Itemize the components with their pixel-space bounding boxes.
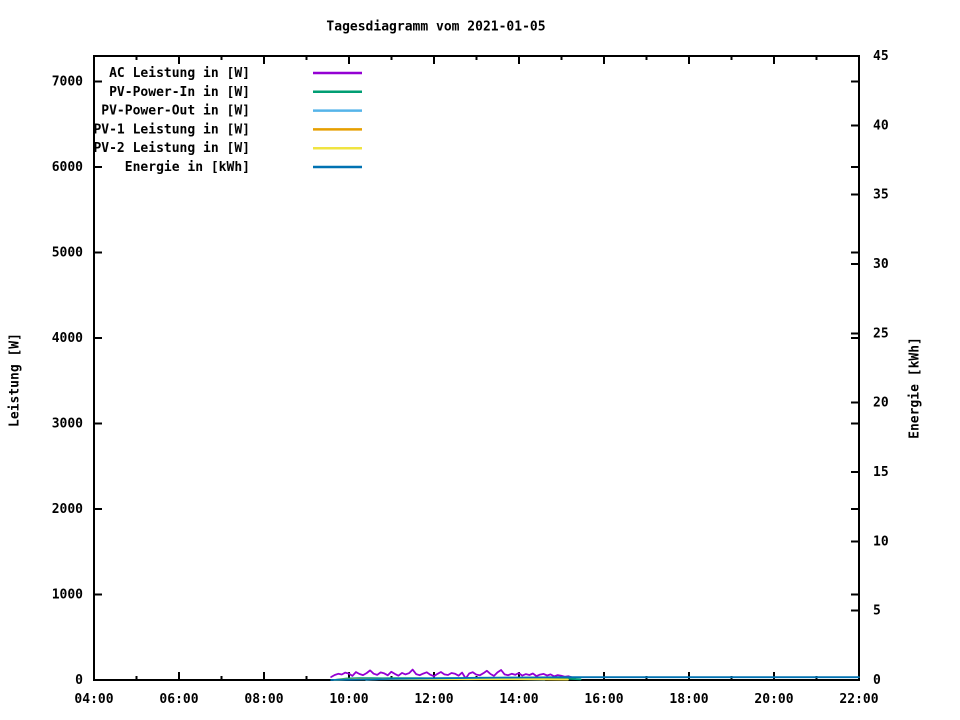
x-tick-label: 14:00 <box>499 692 538 707</box>
legend-item-label: PV-1 Leistung in [W] <box>93 122 250 137</box>
y-right-tick-label: 35 <box>873 188 889 203</box>
legend-item-label: Energie in [kWh] <box>125 160 250 175</box>
plot-canvas: 04:00 06:00 08:00 10:00 12:00 14:00 16:00 18:00… <box>52 49 889 707</box>
y-left-tick-label: 0 <box>75 673 83 688</box>
x-tick-label: 20:00 <box>754 692 793 707</box>
y-right-tick-label: 45 <box>873 49 889 64</box>
chart: Tagesdiagramm vom 2021-01-05 Leistung [W… <box>0 0 960 720</box>
y-left-tick-label: 4000 <box>52 331 83 346</box>
x-tick-label: 10:00 <box>329 692 368 707</box>
y-right-tick-label: 5 <box>873 604 881 619</box>
y-right-tick-label: 30 <box>873 257 889 272</box>
y-right-tick-label: 20 <box>873 396 889 411</box>
x-tick-label: 22:00 <box>839 692 878 707</box>
legend-item-label: PV-Power-Out in [W] <box>101 104 250 119</box>
y-left-tick-label: 1000 <box>52 588 83 603</box>
y-right-tick-label: 25 <box>873 326 889 341</box>
x-tick-label: 08:00 <box>244 692 283 707</box>
y-right-tick-label: 10 <box>873 534 889 549</box>
x-tick-label: 06:00 <box>159 692 198 707</box>
y-right-tick-label: 15 <box>873 465 889 480</box>
legend-item-label: PV-2 Leistung in [W] <box>93 141 250 156</box>
legend-item-label: PV-Power-In in [W] <box>109 85 250 100</box>
y-right-tick-label: 0 <box>873 673 881 688</box>
y-left-tick-label: 5000 <box>52 246 83 261</box>
x-tick-label: 04:00 <box>74 692 113 707</box>
x-tick-label: 16:00 <box>584 692 623 707</box>
y-left-tick-label: 3000 <box>52 417 83 432</box>
x-tick-label: 12:00 <box>414 692 453 707</box>
legend-item-label: AC Leistung in [W] <box>109 66 250 81</box>
y-left-tick-label: 2000 <box>52 502 83 517</box>
y-left-tick-label: 7000 <box>52 75 83 90</box>
y-left-tick-label: 6000 <box>52 160 83 175</box>
y-right-tick-label: 40 <box>873 118 889 133</box>
x-tick-label: 18:00 <box>669 692 708 707</box>
